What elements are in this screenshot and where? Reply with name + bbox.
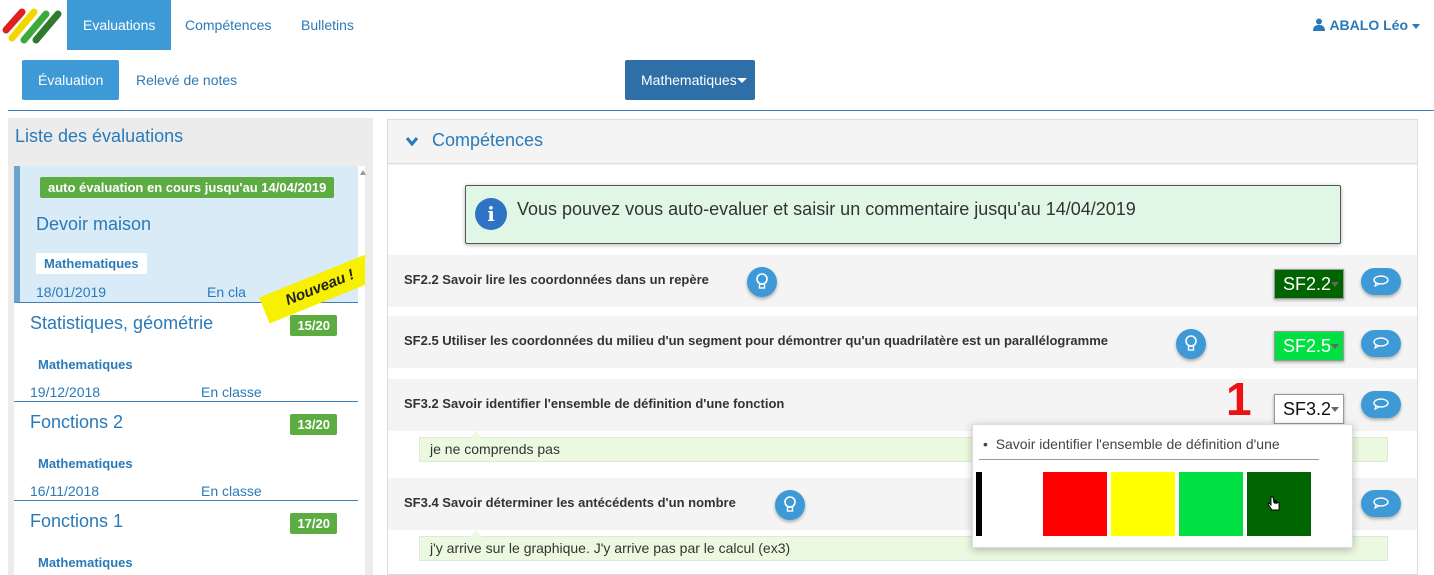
panel-title: Liste des évaluations bbox=[15, 126, 184, 146]
competence-label: SF2.2 Savoir lire les coordonnées dans u… bbox=[404, 272, 709, 287]
info-message: Vous pouvez vous auto-evaluer et saisir … bbox=[517, 199, 1136, 219]
evaluation-list[interactable]: auto évaluation en cours jusqu'au 14/04/… bbox=[14, 166, 365, 575]
evaluation-date: 16/11/2018 bbox=[30, 483, 100, 499]
level-code: SF2.2 bbox=[1283, 274, 1332, 294]
lightbulb-icon bbox=[784, 496, 796, 512]
competence-row: SF2.2 Savoir lire les coordonnées dans u… bbox=[388, 255, 1417, 307]
level-swatch-red[interactable] bbox=[1043, 472, 1107, 536]
comment-tip bbox=[470, 431, 482, 438]
level-swatch-blank[interactable] bbox=[982, 472, 1038, 536]
description-divider bbox=[979, 459, 1319, 460]
subject-dropdown[interactable]: Mathematiques bbox=[625, 60, 755, 100]
evaluation-item[interactable]: Fonctions 1 17/20 Mathematiques bbox=[14, 501, 358, 575]
evaluation-place: En cla bbox=[207, 284, 246, 300]
speech-bubble-icon bbox=[1373, 398, 1389, 410]
scroll-up-arrow-icon[interactable] bbox=[360, 170, 366, 175]
subject-badge: Mathematiques bbox=[30, 552, 141, 573]
comment-text: je ne comprends pas bbox=[430, 441, 560, 457]
lightbulb-button[interactable] bbox=[1176, 329, 1206, 359]
competence-label: SF3.2 Savoir identifier l'ensemble de dé… bbox=[404, 396, 785, 411]
level-swatch-light-green[interactable] bbox=[1179, 472, 1243, 536]
evaluation-date: 19/12/2018 bbox=[30, 384, 101, 400]
tab-evaluations[interactable]: Evaluations bbox=[67, 0, 172, 50]
level-select[interactable]: SF3.2 bbox=[1274, 394, 1344, 424]
subtab-evaluation[interactable]: Évaluation bbox=[22, 60, 120, 100]
competence-row: SF2.5 Utiliser les coordonnées du milieu… bbox=[388, 316, 1417, 368]
caret-down-icon bbox=[1331, 344, 1339, 349]
user-menu[interactable]: ABALO Léo bbox=[1313, 0, 1420, 50]
subject-badge: Mathematiques bbox=[36, 253, 147, 274]
annotation-number: 1 bbox=[1226, 373, 1252, 425]
chevron-down-icon bbox=[405, 137, 419, 147]
panel-title: Compétences bbox=[432, 130, 544, 150]
comment-tip bbox=[470, 530, 482, 537]
info-alert: i Vous pouvez vous auto-evaluer et saisi… bbox=[465, 185, 1341, 244]
evaluations-panel: Liste des évaluations auto évaluation en… bbox=[8, 118, 373, 575]
comment-button[interactable] bbox=[1361, 330, 1401, 357]
comment-text: j'y arrive sur le graphique. J'y arrive … bbox=[430, 540, 791, 556]
evaluation-item[interactable]: Fonctions 2 13/20 Mathematiques 16/11/20… bbox=[14, 402, 358, 501]
speech-bubble-icon bbox=[1373, 337, 1389, 349]
speech-bubble-icon bbox=[1373, 497, 1389, 509]
grade-badge: 13/20 bbox=[290, 414, 337, 435]
caret-down-icon bbox=[1331, 282, 1339, 287]
status-badge: auto évaluation en cours jusqu'au 14/04/… bbox=[40, 177, 335, 198]
level-swatch-dark-green[interactable] bbox=[1247, 472, 1311, 536]
subject-dropdown-label: Mathematiques bbox=[641, 72, 737, 88]
lightbulb-icon bbox=[756, 273, 768, 289]
header-divider bbox=[8, 110, 1434, 111]
hand-cursor-icon bbox=[1267, 496, 1280, 511]
evaluation-name: Devoir maison bbox=[36, 214, 152, 234]
lightbulb-icon bbox=[1185, 335, 1197, 351]
chevron-down-icon bbox=[1412, 23, 1420, 29]
level-picker-popover: • Savoir identifier l'ensemble de défini… bbox=[972, 424, 1353, 548]
level-swatch-yellow[interactable] bbox=[1111, 472, 1175, 536]
evaluation-date: 18/01/2019 bbox=[36, 284, 107, 300]
bullet-icon: • bbox=[983, 436, 996, 452]
top-navbar: Evaluations Compétences Bulletins ABALO … bbox=[0, 0, 1434, 50]
level-select[interactable]: SF2.2 bbox=[1274, 269, 1344, 299]
description-text: Savoir identifier l'ensemble de définiti… bbox=[995, 436, 1280, 452]
comment-button[interactable] bbox=[1361, 268, 1401, 295]
lightbulb-button[interactable] bbox=[775, 490, 805, 520]
evaluation-item[interactable]: Statistiques, géométrie 15/20 Mathematiq… bbox=[14, 303, 358, 402]
user-icon bbox=[1313, 18, 1326, 31]
comment-button[interactable] bbox=[1361, 490, 1401, 517]
user-name: ABALO Léo bbox=[1329, 17, 1408, 33]
evaluation-name: Fonctions 2 bbox=[30, 412, 124, 432]
tab-competences[interactable]: Compétences bbox=[169, 0, 287, 50]
caret-down-icon bbox=[1331, 407, 1339, 412]
evaluation-item[interactable]: auto évaluation en cours jusqu'au 14/04/… bbox=[14, 166, 365, 324]
evaluation-place: En classe bbox=[201, 483, 262, 499]
caret-down-icon bbox=[737, 78, 747, 83]
info-icon: i bbox=[475, 198, 507, 230]
speech-bubble-icon bbox=[1373, 275, 1389, 287]
evaluation-place: En classe bbox=[201, 384, 262, 400]
app-logo[interactable] bbox=[2, 4, 62, 46]
level-code: SF2.5 bbox=[1283, 336, 1332, 356]
competences-heading[interactable]: Compétences bbox=[388, 120, 1417, 164]
evaluation-name: Fonctions 1 bbox=[30, 511, 124, 531]
lightbulb-button[interactable] bbox=[747, 267, 777, 297]
level-select[interactable]: SF2.5 bbox=[1274, 331, 1344, 361]
subject-badge: Mathematiques bbox=[30, 453, 141, 474]
grade-badge: 17/20 bbox=[290, 513, 337, 534]
competence-description: • Savoir identifier l'ensemble de défini… bbox=[983, 436, 1280, 452]
competence-label: SF3.4 Savoir déterminer les antécédents … bbox=[404, 495, 736, 510]
level-code: SF3.2 bbox=[1283, 399, 1332, 419]
subtab-releve-de-notes[interactable]: Relevé de notes bbox=[120, 60, 253, 100]
evaluation-name: Statistiques, géométrie bbox=[30, 313, 214, 333]
comment-button[interactable] bbox=[1361, 391, 1401, 418]
grade-badge: 15/20 bbox=[290, 315, 337, 336]
tab-bulletins[interactable]: Bulletins bbox=[285, 0, 370, 50]
competence-label: SF2.5 Utiliser les coordonnées du milieu… bbox=[404, 333, 1108, 348]
subject-badge: Mathematiques bbox=[30, 354, 141, 375]
